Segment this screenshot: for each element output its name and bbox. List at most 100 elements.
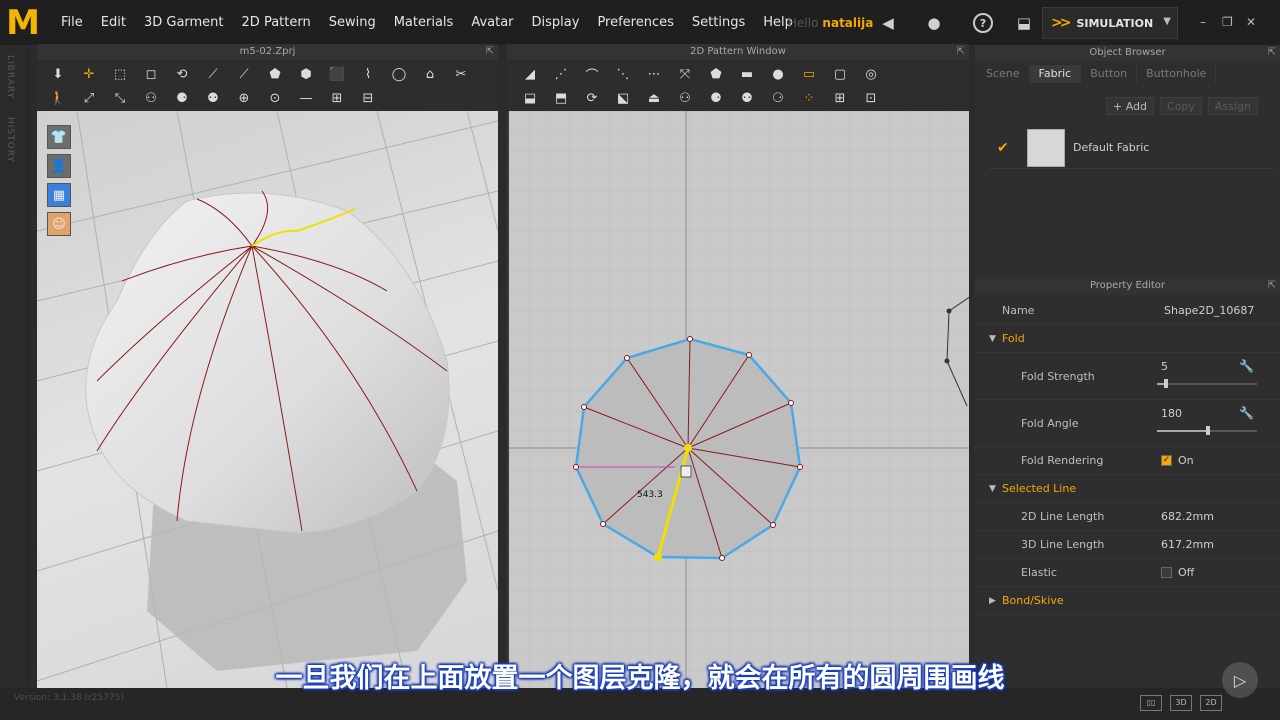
menu-preferences[interactable]: Preferences: [588, 0, 682, 45]
fold-angle-slider[interactable]: [1157, 426, 1257, 435]
scissors-icon[interactable]: ✂: [450, 63, 472, 85]
pattern-grab-icon[interactable]: ⌂: [419, 63, 441, 85]
internal-circle-icon[interactable]: ◎: [860, 63, 882, 85]
username[interactable]: natalija: [822, 16, 873, 30]
edit-curvature-icon[interactable]: ⌒: [581, 63, 603, 85]
select-move-icon[interactable]: ⬇: [47, 63, 69, 85]
avatar-display-icon[interactable]: ☺: [47, 212, 71, 236]
garment-icon[interactable]: ⬓: [1014, 13, 1034, 33]
section-bond-skive[interactable]: ▶ Bond/Skive: [975, 587, 1280, 615]
fit-view-icon[interactable]: ⊡: [860, 87, 882, 109]
check-sew-icon[interactable]: ⚉: [736, 87, 758, 109]
library-tab[interactable]: LIBRARY: [5, 55, 15, 99]
circle-icon[interactable]: ●: [767, 63, 789, 85]
internal-polygon-icon[interactable]: ▭: [798, 63, 820, 85]
add-fabric-button[interactable]: + Add: [1106, 97, 1155, 115]
menu-edit[interactable]: Edit: [92, 0, 135, 45]
maximize-2d-icon[interactable]: ⇱: [957, 44, 965, 60]
dropdown-caret-icon[interactable]: ▼: [1163, 16, 1171, 27]
point-icon[interactable]: ⊕: [233, 87, 255, 109]
lasso-icon[interactable]: ⟳: [581, 87, 603, 109]
checkbox-checked-icon[interactable]: ✓: [1161, 454, 1172, 466]
dart-icon[interactable]: ⬓: [519, 87, 541, 109]
polygon-icon[interactable]: ⬟: [705, 63, 727, 85]
line-icon[interactable]: —: [295, 87, 317, 109]
tack-2d-icon[interactable]: ⚆: [767, 87, 789, 109]
garment-mesh[interactable]: [85, 192, 450, 534]
notch-icon[interactable]: ⬕: [612, 87, 634, 109]
segment-sew-icon[interactable]: ⚇: [674, 87, 696, 109]
maximize-ob-icon[interactable]: ⇱: [1268, 45, 1276, 61]
avatar-pose-icon[interactable]: 🚶: [47, 87, 69, 109]
zipper-icon[interactable]: ⊞: [326, 87, 348, 109]
transform-icon[interactable]: ✛: [78, 63, 100, 85]
assign-fabric-button[interactable]: Assign: [1207, 97, 1258, 115]
elastic-value[interactable]: Off: [1161, 559, 1194, 587]
slider-knob[interactable]: [1164, 379, 1168, 388]
tack-icon[interactable]: ⬟: [264, 63, 286, 85]
center-point[interactable]: [684, 444, 692, 452]
fold-rendering-value[interactable]: ✓ On: [1161, 447, 1194, 475]
fold-strength-value[interactable]: 5: [1161, 357, 1168, 377]
section-selected-line[interactable]: ▼ Selected Line: [975, 475, 1280, 503]
iron-icon[interactable]: ⏏: [643, 87, 665, 109]
add-point-icon[interactable]: ⋯: [643, 63, 665, 85]
slider-knob[interactable]: [1206, 426, 1210, 435]
edit-point-icon[interactable]: ⋰: [550, 63, 572, 85]
transform-pattern-icon[interactable]: ⤧: [674, 63, 696, 85]
maximize-pe-icon[interactable]: ⇱: [1268, 277, 1276, 295]
circle-point-icon[interactable]: ⊙: [264, 87, 286, 109]
prop-name-value[interactable]: Shape2D_10687: [1164, 297, 1254, 325]
section-fold[interactable]: ▼ Fold: [975, 325, 1280, 353]
pattern-zoom-icon[interactable]: ⊞: [829, 87, 851, 109]
speaker-icon[interactable]: ◀: [878, 13, 898, 33]
fold-icon[interactable]: ⬢: [295, 63, 317, 85]
view-2d-button[interactable]: 2D: [1200, 695, 1222, 711]
play-icon[interactable]: ▷: [1222, 662, 1258, 698]
menu-settings[interactable]: Settings: [683, 0, 754, 45]
free-sew-icon[interactable]: ⚈: [705, 87, 727, 109]
menu-file[interactable]: File: [52, 0, 92, 45]
tab-fabric[interactable]: Fabric: [1029, 65, 1082, 83]
menu-2d-pattern[interactable]: 2D Pattern: [233, 0, 320, 45]
minimize-icon[interactable]: –: [1200, 15, 1206, 29]
simulation-button[interactable]: >> SIMULATION ▼: [1042, 7, 1178, 39]
wrench-icon[interactable]: 🔧: [1239, 359, 1254, 373]
edit-pattern-icon[interactable]: ◢: [519, 63, 541, 85]
menu-avatar[interactable]: Avatar: [462, 0, 522, 45]
show-garment-icon[interactable]: 👕: [47, 125, 71, 149]
tab-buttonhole[interactable]: Buttonhole: [1137, 65, 1217, 83]
trace-icon[interactable]: ⬒: [550, 87, 572, 109]
menu-3d-garment[interactable]: 3D Garment: [135, 0, 233, 45]
curve-point-icon[interactable]: ⋱: [612, 63, 634, 85]
loop-icon[interactable]: ◯: [388, 63, 410, 85]
show-texture-icon[interactable]: ▦: [47, 183, 71, 207]
close-icon[interactable]: ✕: [1246, 15, 1256, 29]
symmetric-icon[interactable]: ⁘: [798, 87, 820, 109]
history-tab[interactable]: HISTORY: [5, 117, 15, 163]
menu-sewing[interactable]: Sewing: [320, 0, 385, 45]
fabric-list-item[interactable]: ✔ Default Fabric: [989, 127, 1274, 169]
maximize-icon[interactable]: ⇱: [486, 44, 494, 60]
fold-arrange-icon[interactable]: ⟲: [171, 63, 193, 85]
button-tool-icon[interactable]: ⚈: [171, 87, 193, 109]
stitch-icon[interactable]: ⚇: [140, 87, 162, 109]
restore-icon[interactable]: ❐: [1222, 15, 1233, 29]
checkbox-unchecked-icon[interactable]: [1161, 566, 1172, 578]
view2d-viewport[interactable]: 543.3: [507, 111, 969, 688]
line2d-value[interactable]: 682.2mm: [1161, 503, 1214, 531]
tab-button[interactable]: Button: [1081, 65, 1138, 83]
split-view-icon[interactable]: ▯▯: [1140, 695, 1162, 711]
pin-icon[interactable]: ⟋: [202, 63, 224, 85]
end-point[interactable]: [654, 553, 662, 561]
menu-display[interactable]: Display: [523, 0, 589, 45]
copy-fabric-button[interactable]: Copy: [1160, 97, 1202, 115]
view3d-viewport[interactable]: 👕 👤 ▦ ☺: [37, 111, 498, 688]
menu-materials[interactable]: Materials: [385, 0, 463, 45]
select-box-icon[interactable]: ⬚: [109, 63, 131, 85]
tape-icon[interactable]: ⤡: [109, 87, 131, 109]
garment-tool-icon[interactable]: ⬛: [326, 63, 348, 85]
measure-icon[interactable]: ⌇: [357, 63, 379, 85]
wrench-icon[interactable]: 🔧: [1239, 406, 1254, 420]
fold-strength-slider[interactable]: [1157, 379, 1257, 388]
